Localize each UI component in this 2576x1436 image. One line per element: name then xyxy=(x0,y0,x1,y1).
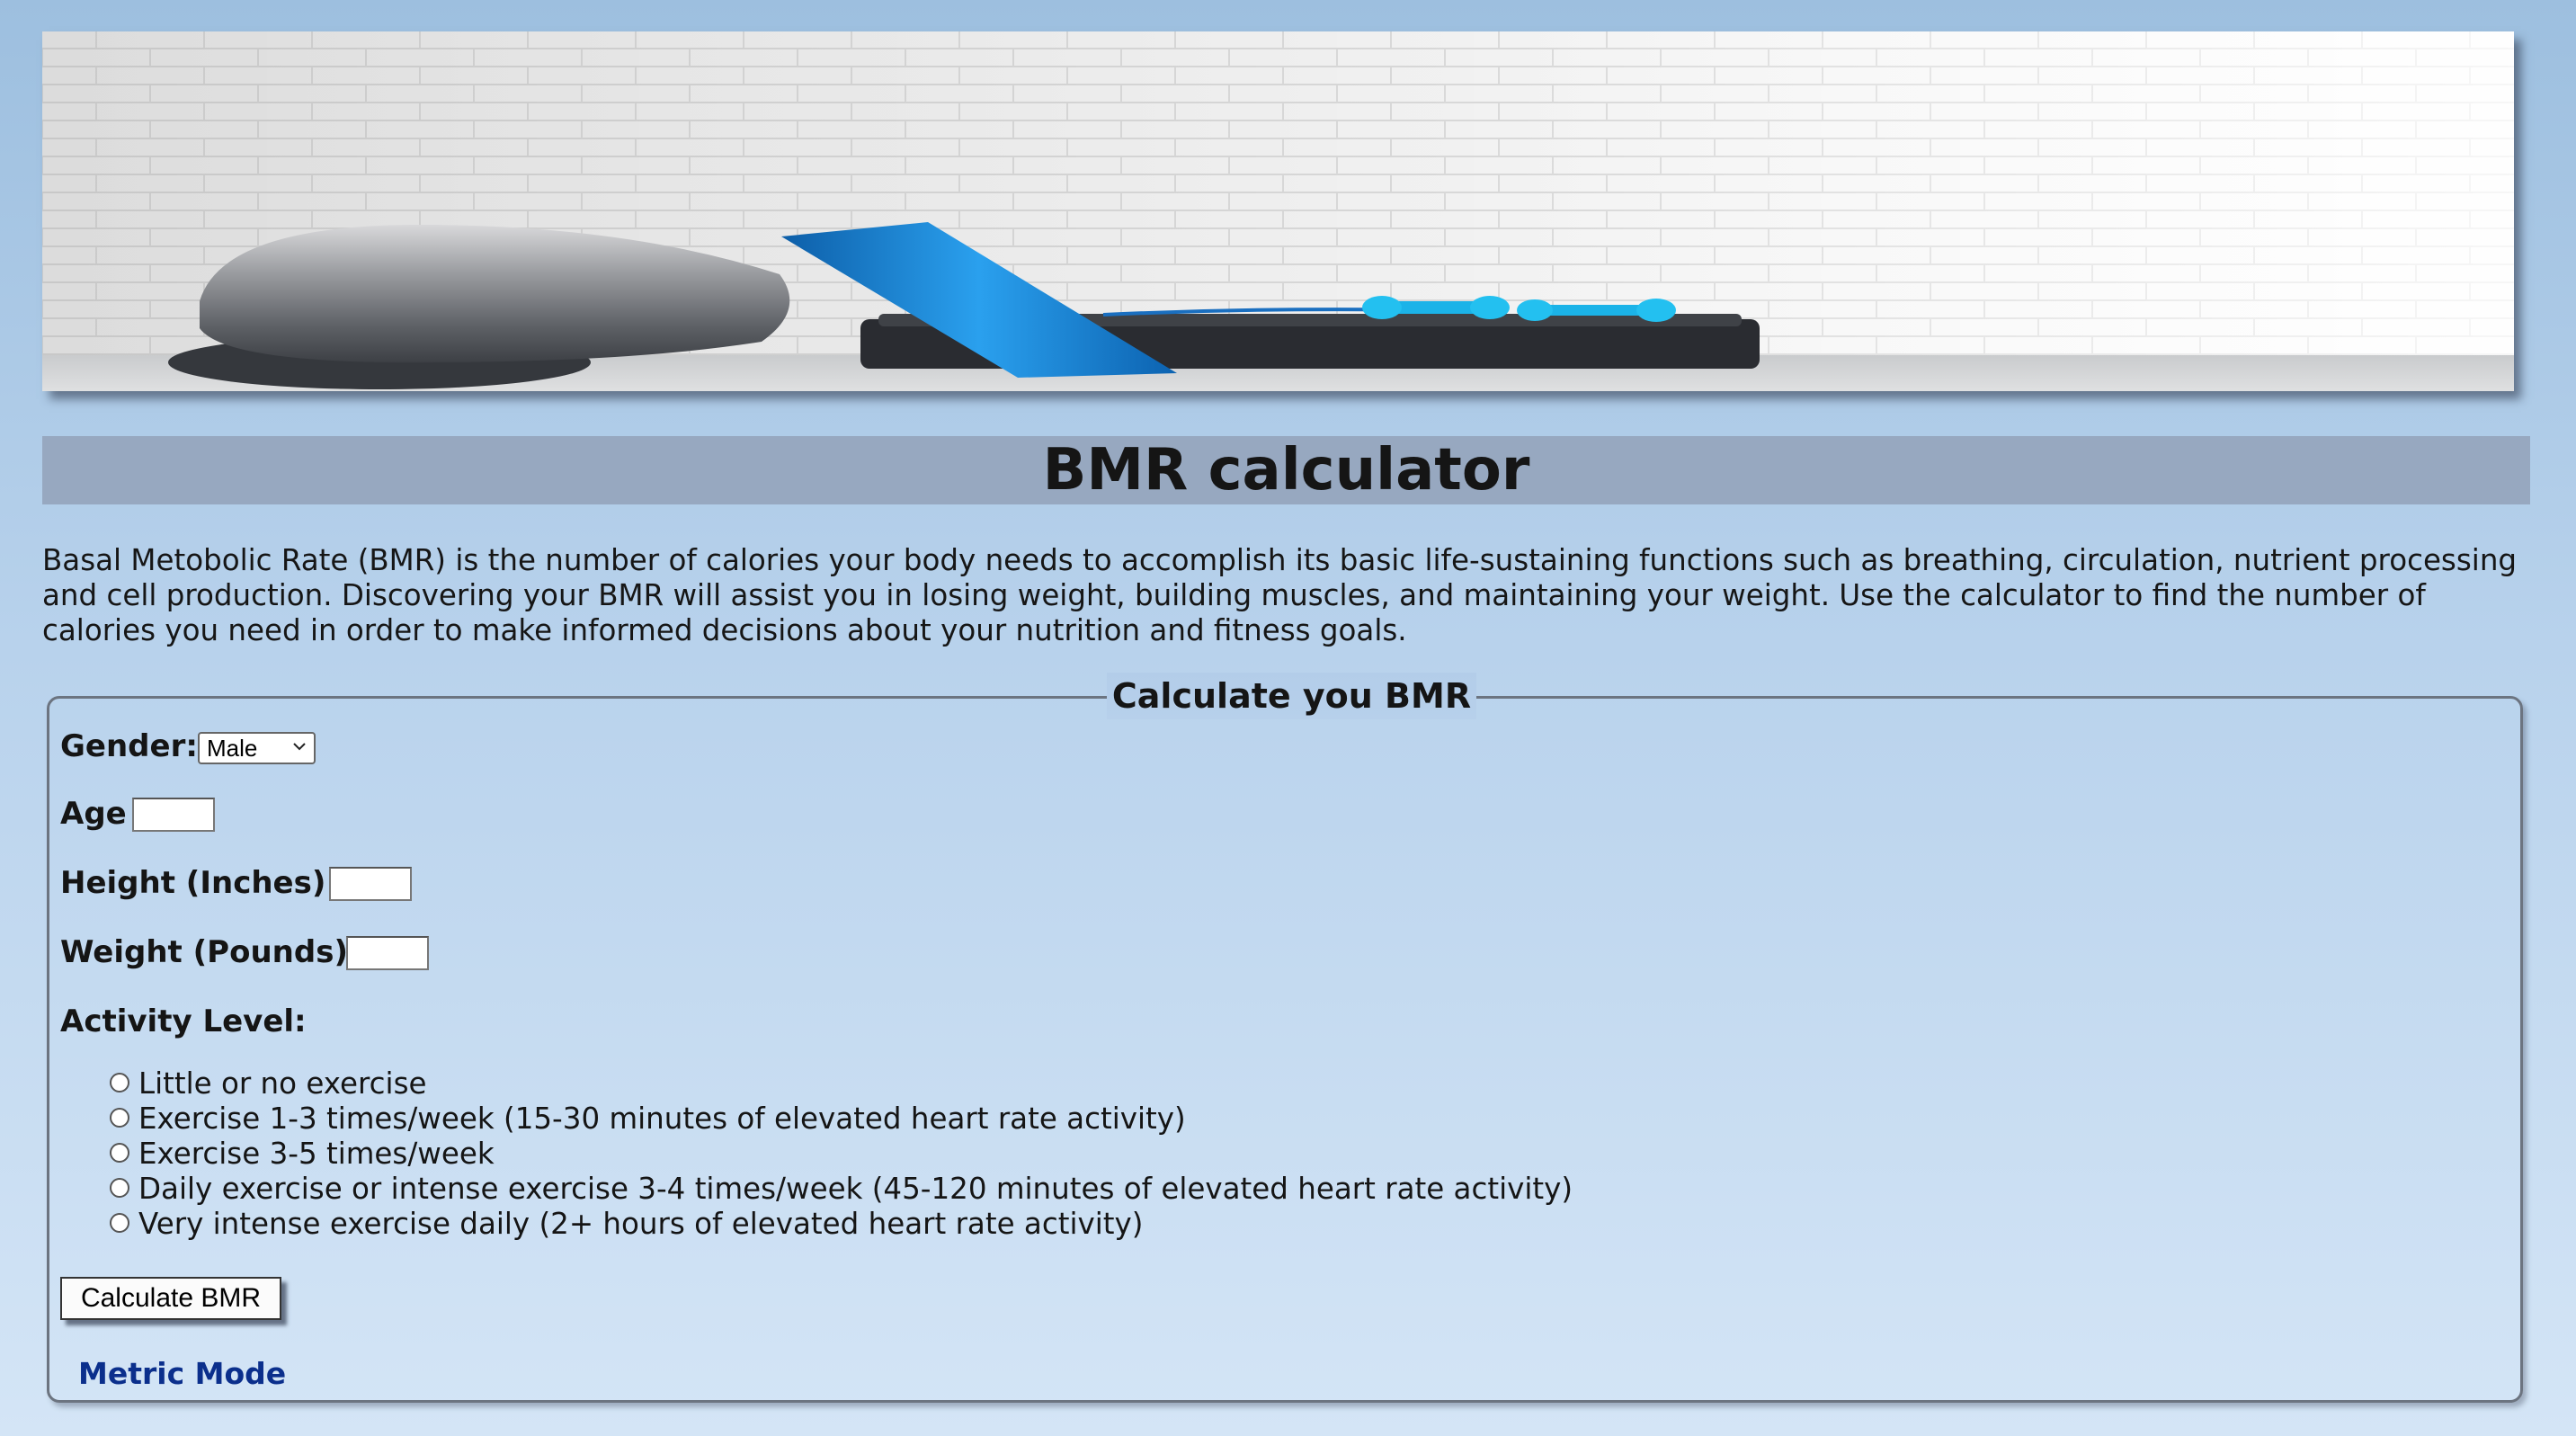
calculate-bmr-button[interactable]: Calculate BMR xyxy=(60,1277,281,1320)
activity-option[interactable]: Exercise 1-3 times/week (15-30 minutes o… xyxy=(108,1102,1573,1137)
page-title: BMR calculator xyxy=(1042,437,1530,504)
activity-option-label: Exercise 1-3 times/week (15-30 minutes o… xyxy=(138,1102,1186,1136)
activity-option[interactable]: Exercise 3-5 times/week xyxy=(108,1137,1573,1172)
height-input[interactable] xyxy=(329,867,412,901)
fitness-equipment-illustration xyxy=(42,31,2514,391)
weight-label: Weight (Pounds) xyxy=(60,934,348,970)
radio-button[interactable] xyxy=(110,1073,129,1093)
activity-option[interactable]: Daily exercise or intense exercise 3-4 t… xyxy=(108,1172,1573,1207)
title-bar: BMR calculator xyxy=(42,436,2530,504)
age-input[interactable] xyxy=(132,798,215,832)
weight-input[interactable] xyxy=(346,936,429,970)
activity-label: Activity Level: xyxy=(60,1003,307,1039)
gender-select[interactable]: Male xyxy=(198,732,316,764)
hero-banner-image xyxy=(42,31,2514,391)
gender-label: Gender: xyxy=(60,728,198,764)
radio-button[interactable] xyxy=(110,1108,129,1128)
radio-button[interactable] xyxy=(110,1143,129,1163)
radio-button[interactable] xyxy=(110,1213,129,1233)
height-label: Height (Inches) xyxy=(60,865,326,901)
radio-button[interactable] xyxy=(110,1178,129,1198)
metric-mode-link[interactable]: Metric Mode xyxy=(78,1356,286,1392)
fieldset-legend: Calculate you BMR xyxy=(0,673,2576,719)
activity-option[interactable]: Little or no exercise xyxy=(108,1066,1573,1102)
calculator-fieldset xyxy=(47,696,2523,1403)
intro-paragraph: Basal Metobolic Rate (BMR) is the number… xyxy=(42,543,2518,647)
activity-option-label: Little or no exercise xyxy=(138,1066,427,1101)
chevron-down-icon xyxy=(293,743,306,751)
activity-option-label: Very intense exercise daily (2+ hours of… xyxy=(138,1207,1144,1241)
activity-option[interactable]: Very intense exercise daily (2+ hours of… xyxy=(108,1207,1573,1242)
activity-option-label: Daily exercise or intense exercise 3-4 t… xyxy=(138,1172,1573,1206)
age-label: Age xyxy=(60,796,127,832)
legend-text: Calculate you BMR xyxy=(1106,673,1477,719)
activity-radio-group: Little or no exercise Exercise 1-3 times… xyxy=(108,1066,1573,1242)
activity-option-label: Exercise 3-5 times/week xyxy=(138,1137,495,1171)
gender-select-value: Male xyxy=(207,735,258,762)
